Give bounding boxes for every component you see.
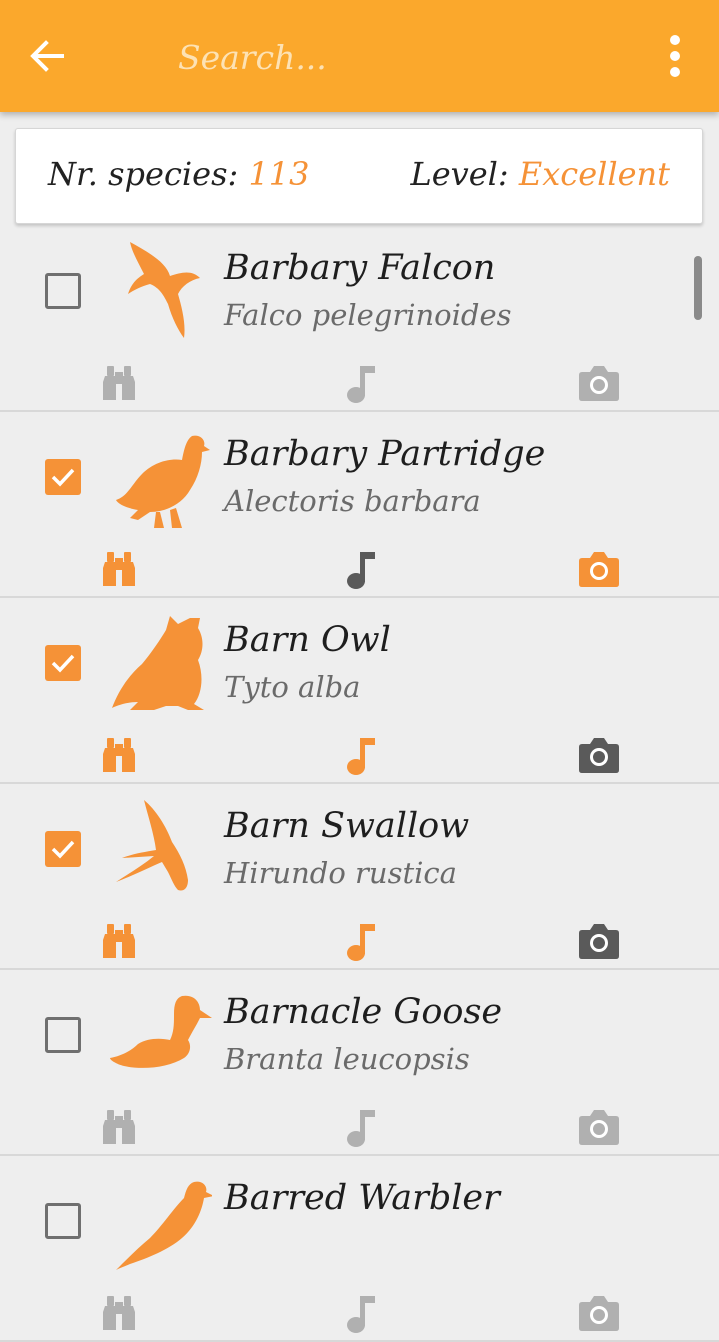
species-count: 113 bbox=[248, 155, 310, 193]
music-note-icon[interactable] bbox=[343, 364, 377, 404]
falcon-silhouette-icon bbox=[128, 242, 200, 338]
checkmark-icon bbox=[51, 654, 75, 673]
binoculars-icon[interactable] bbox=[101, 736, 137, 774]
species-row[interactable]: Barbary Partridge Alectoris barbara bbox=[0, 412, 719, 598]
checkmark-icon bbox=[51, 468, 75, 487]
camera-icon[interactable] bbox=[578, 550, 620, 588]
binoculars-icon[interactable] bbox=[101, 550, 137, 588]
species-row[interactable]: Barn Swallow Hirundo rustica bbox=[0, 784, 719, 970]
back-arrow-icon[interactable] bbox=[22, 30, 74, 82]
binoculars-icon[interactable] bbox=[101, 1294, 137, 1332]
species-scientific-name: Branta leucopsis bbox=[224, 1042, 470, 1076]
species-checkbox[interactable] bbox=[45, 459, 81, 495]
music-note-icon[interactable] bbox=[343, 1108, 377, 1148]
camera-icon[interactable] bbox=[578, 1108, 620, 1146]
species-label: Nr. species: bbox=[48, 155, 239, 193]
music-note-icon[interactable] bbox=[343, 550, 377, 590]
species-checkbox[interactable] bbox=[45, 1203, 81, 1239]
scrollbar[interactable] bbox=[694, 256, 702, 320]
swallow-silhouette-icon bbox=[116, 800, 188, 891]
species-common-name: Barbary Falcon bbox=[224, 248, 496, 288]
music-note-icon[interactable] bbox=[343, 736, 377, 776]
level-info: Level: Excellent bbox=[410, 155, 670, 193]
music-note-icon[interactable] bbox=[343, 1294, 377, 1334]
binoculars-icon[interactable] bbox=[101, 1108, 137, 1146]
species-scientific-name: Alectoris barbara bbox=[224, 484, 481, 518]
binoculars-icon[interactable] bbox=[101, 922, 137, 960]
species-row[interactable]: Barbary Falcon Falco pelegrinoides bbox=[0, 226, 719, 412]
species-scientific-name: Hirundo rustica bbox=[224, 856, 457, 890]
level-label: Level: bbox=[410, 155, 509, 193]
species-count-info: Nr. species: 113 bbox=[48, 155, 310, 193]
species-list: Barbary Falcon Falco pelegrinoides Barbary… bbox=[0, 226, 719, 1342]
species-row[interactable]: Barn Owl Tyto alba bbox=[0, 598, 719, 784]
music-note-icon[interactable] bbox=[343, 922, 377, 962]
level-value: Excellent bbox=[518, 155, 670, 193]
species-common-name: Barn Owl bbox=[224, 620, 391, 660]
species-common-name: Barbary Partridge bbox=[224, 434, 546, 474]
species-checkbox[interactable] bbox=[45, 273, 81, 309]
camera-icon[interactable] bbox=[578, 736, 620, 774]
app-bar bbox=[0, 0, 719, 112]
more-options-icon[interactable] bbox=[652, 28, 698, 84]
species-checkbox[interactable] bbox=[45, 645, 81, 681]
camera-icon[interactable] bbox=[578, 922, 620, 960]
species-common-name: Barnacle Goose bbox=[224, 992, 503, 1032]
search-input[interactable] bbox=[176, 30, 600, 84]
summary-card: Nr. species: 113 Level: Excellent bbox=[15, 128, 703, 224]
species-row[interactable]: Barnacle Goose Branta leucopsis bbox=[0, 970, 719, 1156]
camera-icon[interactable] bbox=[578, 364, 620, 402]
checkmark-icon bbox=[51, 840, 75, 859]
species-scientific-name: Falco pelegrinoides bbox=[224, 298, 512, 332]
partridge-silhouette-icon bbox=[116, 435, 210, 528]
goose-silhouette-icon bbox=[110, 995, 212, 1068]
species-common-name: Barred Warbler bbox=[224, 1178, 500, 1218]
camera-icon[interactable] bbox=[578, 1294, 620, 1332]
species-checkbox[interactable] bbox=[45, 1017, 81, 1053]
species-scientific-name: Tyto alba bbox=[224, 670, 361, 704]
warbler-silhouette-icon bbox=[116, 1181, 212, 1270]
owl-silhouette-icon bbox=[112, 616, 204, 710]
species-common-name: Barn Swallow bbox=[224, 806, 470, 846]
species-checkbox[interactable] bbox=[45, 831, 81, 867]
species-row[interactable]: Barred Warbler bbox=[0, 1156, 719, 1342]
binoculars-icon[interactable] bbox=[101, 364, 137, 402]
